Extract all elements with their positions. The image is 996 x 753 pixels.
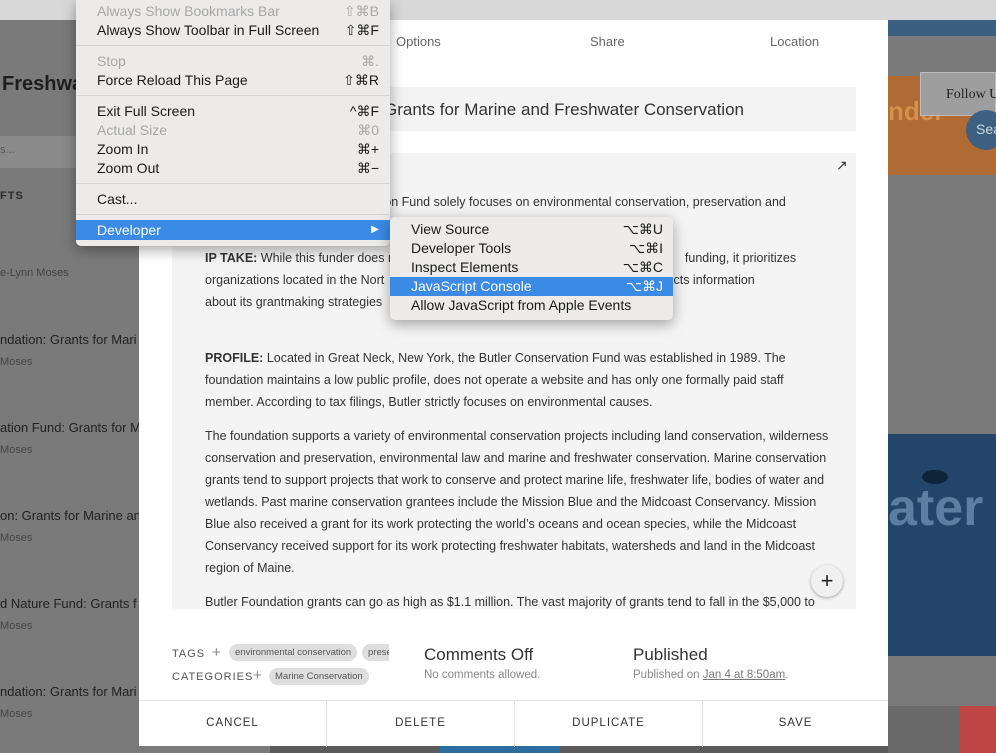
post-list-meta: Moses [0, 620, 33, 632]
categories-label: CATEGORIES [172, 671, 254, 683]
menu-item-zoom-in[interactable]: Zoom In ⌘+ [76, 140, 390, 159]
cancel-button[interactable]: CANCEL [139, 701, 326, 747]
menu-item-stop: Stop ⌘. [97, 53, 379, 69]
menu-item-always-show-bookmarks-bar: Always Show Bookmarks Bar ⇧⌘B [97, 3, 379, 19]
submenu-item-allow-javascript[interactable]: Allow JavaScript from Apple Events [390, 296, 673, 315]
tag-chip[interactable]: prese [362, 644, 389, 661]
site-logo: Freshwa [2, 73, 84, 95]
site-footer-image [888, 706, 960, 753]
menu-item-developer[interactable]: Developer ▶ [76, 220, 390, 240]
body-paragraph-3: PROFILE: Located in Great Neck, New York… [205, 351, 786, 409]
post-list-item: d Nature Fund: Grants f [0, 596, 137, 611]
site-search-button-label: Sea [976, 121, 996, 137]
post-list-item: on: Grants for Marine an [0, 508, 141, 523]
site-hero-text: ater [888, 479, 984, 537]
menu-item-actual-size: Actual Size ⌘0 [97, 122, 379, 138]
site-hero-image [888, 434, 996, 656]
menu-separator [76, 45, 390, 46]
menu-item-always-show-toolbar[interactable]: Always Show Toolbar in Full Screen ⇧⌘F [76, 21, 390, 40]
menu-separator [76, 95, 390, 96]
add-category-plus-icon[interactable]: + [253, 667, 262, 684]
body-paragraph-5: Butler Foundation grants can go as high … [205, 595, 815, 609]
menu-item-zoom-out[interactable]: Zoom Out ⌘− [76, 159, 390, 178]
editor-footer: CANCEL DELETE DUPLICATE SAVE [139, 700, 888, 747]
submenu-item-javascript-console[interactable]: JavaScript Console ⌥⌘J [390, 277, 673, 296]
duplicate-button[interactable]: DUPLICATE [515, 701, 702, 747]
post-list-item: ndation: Grants for Mari [0, 684, 137, 699]
menu-item-exit-full-screen[interactable]: Exit Full Screen ^⌘F [76, 102, 390, 121]
publish-status-title[interactable]: Published [633, 645, 708, 665]
publish-status-sub: Published on Jan 4 at 8:50am. [633, 669, 789, 681]
menu-separator [76, 214, 390, 215]
body-paragraph-4: The foundation supports a variety of env… [205, 429, 829, 575]
comments-status-sub: No comments allowed. [424, 669, 541, 681]
post-list-meta: Moses [0, 532, 33, 544]
submenu-item-inspect-elements[interactable]: Inspect Elements ⌥⌘C [390, 258, 673, 277]
follow-button-label: Follow U [946, 87, 996, 102]
site-nav-strip [888, 20, 996, 36]
fish-image [922, 470, 948, 484]
sidebar-search-placeholder: s... [0, 144, 15, 156]
post-list-meta: Moses [0, 444, 33, 456]
submenu-item-developer-tools[interactable]: Developer Tools ⌥⌘I [390, 239, 673, 258]
save-button[interactable]: SAVE [703, 701, 888, 747]
tab-share[interactable]: Share [590, 34, 625, 49]
delete-button[interactable]: DELETE [327, 701, 514, 747]
menu-separator [76, 183, 390, 184]
add-block-button[interactable]: + [811, 565, 843, 597]
post-list-meta: Moses [0, 356, 33, 368]
submenu-arrow-icon: ▶ [371, 224, 379, 235]
menu-item-force-reload[interactable]: Force Reload This Page ⇧⌘R [76, 71, 390, 90]
post-list-item: ation Fund: Grants for M [0, 420, 141, 435]
post-list-meta: Moses [0, 708, 33, 720]
post-list-item: ndation: Grants for Mari [0, 332, 137, 347]
tags-label: TAGS [172, 648, 206, 660]
category-chip[interactable]: Marine Conservation [269, 668, 369, 685]
post-author: e-Lynn Moses [0, 267, 69, 279]
tag-chip[interactable]: environmental conservation [229, 644, 358, 661]
publish-date-link[interactable]: Jan 4 at 8:50am [703, 669, 785, 681]
site-footer-image [960, 706, 996, 753]
post-title-text[interactable]: Grants for Marine and Freshwater Conserv… [384, 100, 744, 120]
tags-list: environmental conservation prese [229, 643, 389, 663]
submenu-item-view-source[interactable]: View Source ⌥⌘U [390, 220, 673, 239]
tab-location[interactable]: Location [770, 34, 819, 49]
menu-item-cast[interactable]: Cast... [76, 190, 390, 209]
tab-options[interactable]: Options [396, 34, 441, 49]
developer-submenu: View Source ⌥⌘U Developer Tools ⌥⌘I Inspec… [390, 217, 673, 320]
comments-status-title[interactable]: Comments Off [424, 645, 533, 665]
add-tag-plus-icon[interactable]: + [212, 644, 221, 661]
drafts-heading: FTS [0, 190, 24, 202]
view-menu: Always Show Bookmarks Bar ⇧⌘B Always Show… [76, 0, 390, 246]
